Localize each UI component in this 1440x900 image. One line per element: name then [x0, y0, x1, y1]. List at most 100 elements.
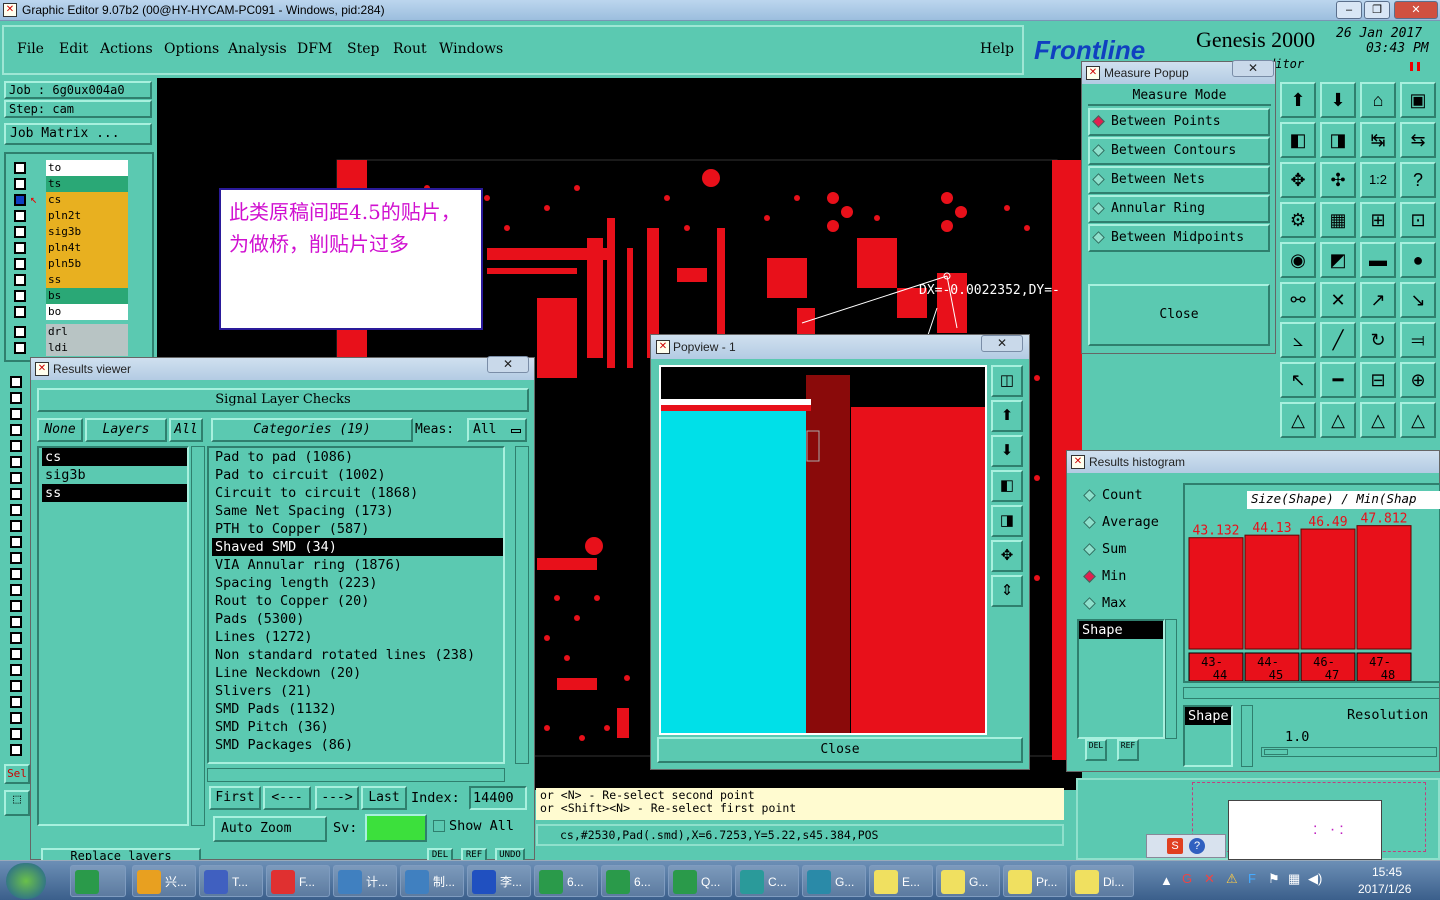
tool-button-icon[interactable]: ⚙ [1280, 202, 1316, 238]
histogram-bar[interactable] [1188, 537, 1244, 650]
layer-checkbox[interactable] [10, 536, 22, 548]
category-item[interactable]: SMD Pads (1132) [212, 700, 503, 718]
layer-checkbox[interactable] [10, 520, 22, 532]
category-item[interactable]: Spacing length (223) [212, 574, 503, 592]
taskbar-item[interactable]: Q... [668, 865, 732, 897]
popview-close-button[interactable]: Close [657, 737, 1023, 763]
auto-zoom-dropdown[interactable]: Auto Zoom [213, 816, 327, 842]
tray-icon-4[interactable]: F [1248, 871, 1256, 886]
layer-checkbox[interactable] [14, 306, 26, 318]
layer-checkbox[interactable] [10, 424, 22, 436]
tool-button-icon[interactable]: ⫤ [1400, 322, 1436, 358]
measure-mode-option[interactable]: Between Points [1088, 108, 1270, 136]
layer-row[interactable]: to [14, 160, 129, 176]
pause-icon[interactable] [1410, 62, 1420, 71]
tool-button-icon[interactable]: ▦ [1320, 202, 1356, 238]
taskbar-item[interactable]: Di... [1070, 865, 1134, 897]
measure-mode-option[interactable]: Between Contours [1088, 137, 1270, 165]
category-item[interactable]: Same Net Spacing (173) [212, 502, 503, 520]
layer-checkbox[interactable] [10, 712, 22, 724]
tool-button-icon[interactable]: ◨ [1320, 122, 1356, 158]
layer-results-list[interactable]: cs sig3b ss [37, 446, 189, 826]
histogram-bar[interactable] [1244, 534, 1300, 650]
menu-actions[interactable]: Actions [100, 41, 153, 57]
histogram-option[interactable]: Sum [1083, 541, 1126, 557]
taskbar-item[interactable]: 6... [534, 865, 598, 897]
popview-tool-icon[interactable]: ◫ [991, 365, 1023, 397]
popview-tool-icon[interactable]: ◨ [991, 505, 1023, 537]
layer-checkbox[interactable] [10, 376, 22, 388]
tool-button-icon[interactable]: ⚯ [1280, 282, 1316, 318]
network-icon[interactable]: ▦ [1288, 871, 1300, 887]
ime-icon[interactable]: S [1167, 838, 1183, 854]
measure-mode-option[interactable]: Annular Ring [1088, 195, 1270, 223]
taskbar-item[interactable]: 李... [467, 865, 531, 897]
layer-checkbox[interactable] [14, 226, 26, 238]
layer-row[interactable]: ↖ cs [14, 192, 129, 208]
tool-button-icon[interactable]: ⬆ [1280, 82, 1316, 118]
layer-checkbox[interactable] [10, 472, 22, 484]
category-item[interactable]: Lines (1272) [212, 628, 503, 646]
popview-tool-icon[interactable]: ⬇ [991, 435, 1023, 467]
layer-checkbox[interactable] [14, 162, 26, 174]
layer-row[interactable]: sig3b [14, 224, 129, 240]
layer-checkbox[interactable] [10, 408, 22, 420]
menu-rout[interactable]: Rout [393, 41, 427, 57]
layer-row[interactable]: bo [14, 304, 129, 320]
layer-checkbox[interactable] [10, 696, 22, 708]
layer-checkbox[interactable] [10, 664, 22, 676]
maximize-button[interactable]: ❐ [1364, 1, 1390, 19]
layer-checkbox[interactable] [10, 648, 22, 660]
category-item[interactable]: PTH to Copper (587) [212, 520, 503, 538]
category-item[interactable]: Pad to pad (1086) [212, 448, 503, 466]
layer-checkbox[interactable] [10, 600, 22, 612]
tool-button-icon[interactable]: ? [1400, 162, 1436, 198]
tool-button-icon[interactable]: ⊟ [1360, 362, 1396, 398]
histogram-option[interactable]: Min [1083, 568, 1126, 584]
tool-button-icon[interactable]: ↻ [1360, 322, 1396, 358]
taskbar-item[interactable]: C... [735, 865, 799, 897]
resolution-shape-list[interactable]: Shape [1183, 705, 1233, 767]
category-item[interactable]: Rout to Copper (20) [212, 592, 503, 610]
layer-row[interactable]: ldi [14, 340, 129, 356]
tool-button-icon[interactable]: △ [1360, 402, 1396, 438]
tool-button-icon[interactable]: △ [1280, 402, 1316, 438]
shape-list-scrollbar[interactable] [1165, 619, 1177, 739]
popview-tool-icon[interactable]: ⇕ [991, 575, 1023, 607]
tool-button-icon[interactable]: ⇆ [1400, 122, 1436, 158]
layer-checkbox[interactable] [14, 242, 26, 254]
tool-button-icon[interactable]: ✥ [1280, 162, 1316, 198]
layer-checkbox[interactable] [10, 488, 22, 500]
popview-close-icon[interactable]: ✕ [981, 335, 1023, 352]
tray-icon-5[interactable]: ⚑ [1268, 871, 1280, 887]
job-matrix-button[interactable]: Job Matrix ... [4, 123, 152, 145]
measure-popup-close-icon[interactable]: ✕ [1232, 60, 1274, 77]
taskbar-item[interactable]: G... [936, 865, 1000, 897]
resolution-slider[interactable] [1261, 747, 1437, 757]
layers-button[interactable]: Layers [85, 418, 167, 442]
tool-button-icon[interactable]: ✕ [1320, 282, 1356, 318]
show-all-checkbox[interactable] [433, 820, 445, 832]
resolution-scrollbar[interactable] [1241, 705, 1253, 767]
taskbar-item[interactable]: Pr... [1003, 865, 1067, 897]
tool-button-icon[interactable]: ◧ [1280, 122, 1316, 158]
category-scrollbar[interactable] [515, 446, 529, 764]
category-item[interactable]: Circuit to circuit (1868) [212, 484, 503, 502]
layer-checkbox[interactable] [14, 194, 26, 206]
menu-step[interactable]: Step [347, 41, 379, 57]
layer-checkbox[interactable] [10, 552, 22, 564]
close-button[interactable]: ✕ [1394, 1, 1438, 19]
popview-tool-icon[interactable]: ◧ [991, 470, 1023, 502]
taskbar-item[interactable]: 制... [400, 865, 464, 897]
tray-icon-2[interactable]: ✕ [1204, 871, 1215, 887]
tray-arrow-icon[interactable]: ▲ [1160, 873, 1173, 888]
tool-button-icon[interactable]: ◉ [1280, 242, 1316, 278]
category-item[interactable]: Slivers (21) [212, 682, 503, 700]
layer-checkbox[interactable] [14, 258, 26, 270]
tool-button-icon[interactable]: ⊡ [1400, 202, 1436, 238]
tool-button-icon[interactable]: ↘ [1400, 282, 1436, 318]
tool-button-icon[interactable]: ✣ [1320, 162, 1356, 198]
layer-list-scrollbar[interactable] [191, 446, 205, 826]
layer-checkbox[interactable] [10, 440, 22, 452]
layer-checkbox[interactable] [10, 392, 22, 404]
